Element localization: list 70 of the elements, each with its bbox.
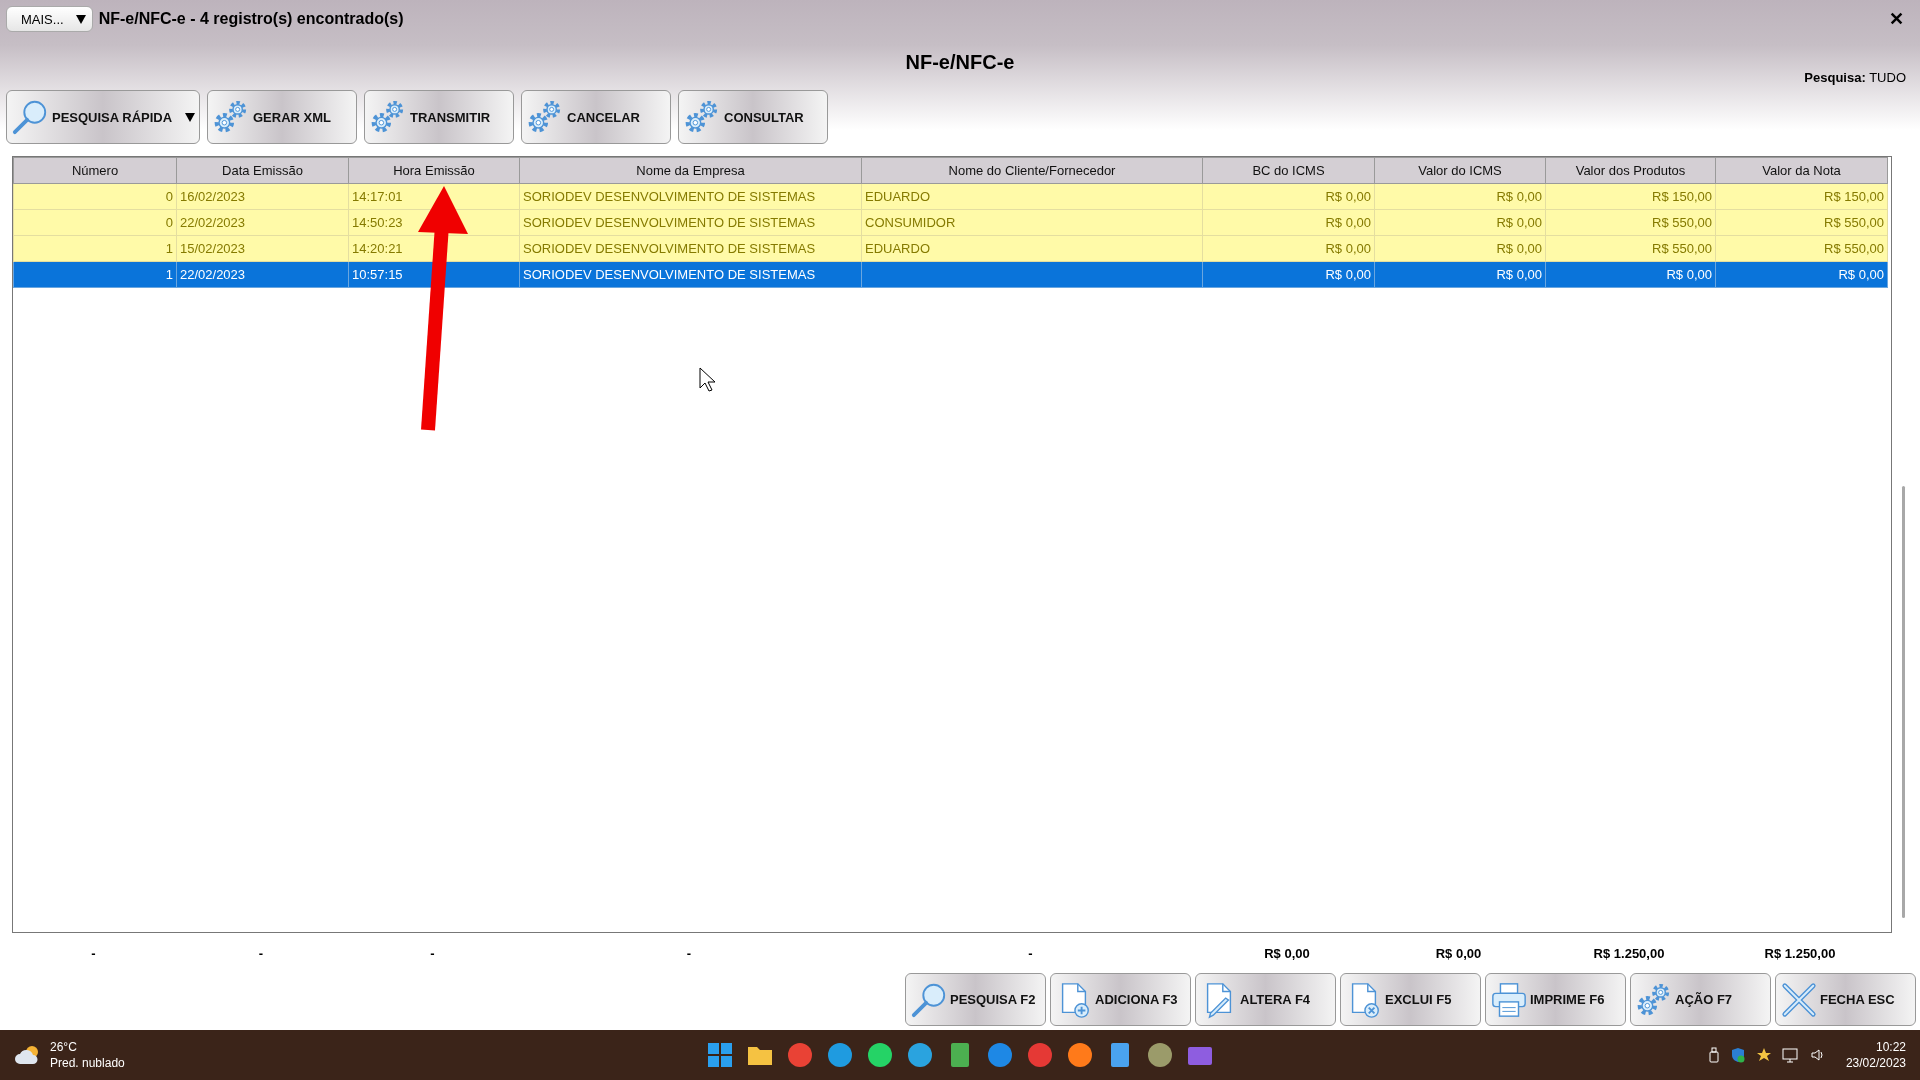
clock-time: 10:22 bbox=[1875, 1039, 1906, 1055]
table-cell[interactable]: SORIODEV DESENVOLVIMENTO DE SISTEMAS bbox=[519, 235, 862, 262]
table-cell[interactable]: R$ 0,00 bbox=[1374, 235, 1546, 262]
action-button[interactable]: PESQUISA F2 bbox=[905, 973, 1046, 1026]
total-value: R$ 0,00 bbox=[1263, 945, 1311, 961]
total-value: - bbox=[429, 945, 436, 961]
table-cell[interactable]: EDUARDO bbox=[861, 235, 1203, 262]
column-header[interactable]: Valor dos Produtos bbox=[1545, 157, 1716, 184]
table-cell[interactable]: R$ 150,00 bbox=[1715, 183, 1888, 210]
page-heading: NF-e/NFC-e bbox=[905, 51, 1015, 74]
table-cell[interactable]: R$ 0,00 bbox=[1374, 261, 1546, 288]
total-value: - bbox=[1027, 945, 1034, 961]
search-scope: Pesquisa: TUDO bbox=[1804, 70, 1906, 85]
table-cell[interactable]: R$ 0,00 bbox=[1374, 183, 1546, 210]
table-cell[interactable]: R$ 0,00 bbox=[1202, 183, 1375, 210]
more-menu-button[interactable]: MAIS... bbox=[6, 6, 93, 32]
toolbar-button[interactable]: CONSULTAR bbox=[678, 90, 828, 144]
table-cell[interactable]: R$ 0,00 bbox=[1202, 209, 1375, 236]
toolbar-button[interactable]: GERAR XML bbox=[207, 90, 357, 144]
column-header[interactable]: Data Emissão bbox=[176, 157, 349, 184]
column-header[interactable]: Hora Emissão bbox=[348, 157, 520, 184]
column-header[interactable]: BC do ICMS bbox=[1202, 157, 1375, 184]
table-cell[interactable]: SORIODEV DESENVOLVIMENTO DE SISTEMAS bbox=[519, 209, 862, 236]
table-cell[interactable]: R$ 550,00 bbox=[1545, 235, 1716, 262]
total-value: R$ 1.250,00 bbox=[1592, 945, 1666, 961]
action-button[interactable]: ALTERA F4 bbox=[1195, 973, 1336, 1026]
table-cell[interactable]: R$ 0,00 bbox=[1374, 209, 1546, 236]
total-value: R$ 0,00 bbox=[1434, 945, 1483, 961]
action-button[interactable]: IMPRIME F6 bbox=[1485, 973, 1626, 1026]
clock-date: 23/02/2023 bbox=[1845, 1055, 1906, 1071]
action-button[interactable]: FECHA ESC bbox=[1775, 973, 1916, 1026]
weather-text: Pred. nublado bbox=[50, 1055, 125, 1071]
table-cell[interactable]: R$ 150,00 bbox=[1545, 183, 1716, 210]
table-cell[interactable]: R$ 0,00 bbox=[1715, 261, 1888, 288]
total-value: - bbox=[90, 945, 97, 961]
column-header[interactable]: Número bbox=[13, 157, 177, 184]
action-button[interactable]: EXCLUI F5 bbox=[1340, 973, 1481, 1026]
table-cell[interactable]: R$ 0,00 bbox=[1202, 261, 1375, 288]
table-cell[interactable]: 0 bbox=[13, 209, 177, 236]
column-header[interactable]: Nome da Empresa bbox=[519, 157, 862, 184]
table-cell[interactable]: 22/02/2023 bbox=[176, 209, 349, 236]
table-cell[interactable]: 22/02/2023 bbox=[176, 261, 349, 288]
table-cell[interactable]: R$ 0,00 bbox=[1545, 261, 1716, 288]
action-button[interactable]: ADICIONA F3 bbox=[1050, 973, 1191, 1026]
table-cell[interactable]: R$ 550,00 bbox=[1545, 209, 1716, 236]
table-cell[interactable]: SORIODEV DESENVOLVIMENTO DE SISTEMAS bbox=[519, 261, 862, 288]
table-cell[interactable]: 1 bbox=[13, 261, 177, 288]
table-cell[interactable]: R$ 550,00 bbox=[1715, 209, 1888, 236]
toolbar-button[interactable]: CANCELAR bbox=[521, 90, 671, 144]
close-button[interactable]: ✕ bbox=[1879, 8, 1914, 30]
table-cell[interactable]: SORIODEV DESENVOLVIMENTO DE SISTEMAS bbox=[519, 183, 862, 210]
toolbar-button[interactable]: TRANSMITIR bbox=[364, 90, 514, 144]
toolbar-button[interactable]: PESQUISA RÁPIDA bbox=[6, 90, 200, 144]
table-cell[interactable]: R$ 550,00 bbox=[1715, 235, 1888, 262]
temperature: 26°C bbox=[50, 1039, 78, 1055]
table-cell[interactable]: 0 bbox=[13, 183, 177, 210]
window-title: NF-e/NFC-e - 4 registro(s) encontrado(s) bbox=[98, 10, 404, 28]
table-cell[interactable]: EDUARDO bbox=[861, 183, 1203, 210]
table-cell[interactable]: 1 bbox=[13, 235, 177, 262]
table-cell[interactable]: R$ 0,00 bbox=[1202, 235, 1375, 262]
table-cell[interactable]: 15/02/2023 bbox=[176, 235, 349, 262]
total-value: - bbox=[685, 945, 693, 961]
action-button[interactable]: AÇÃO F7 bbox=[1630, 973, 1771, 1026]
column-header[interactable]: Nome do Cliente/Fornecedor bbox=[861, 157, 1203, 184]
total-value: R$ 1.250,00 bbox=[1763, 945, 1837, 961]
table-cell[interactable]: 16/02/2023 bbox=[176, 183, 349, 210]
column-header[interactable]: Valor da Nota bbox=[1715, 157, 1888, 184]
column-header[interactable]: Valor do ICMS bbox=[1374, 157, 1546, 184]
total-value: - bbox=[257, 945, 265, 961]
table-cell[interactable]: CONSUMIDOR bbox=[861, 209, 1203, 236]
